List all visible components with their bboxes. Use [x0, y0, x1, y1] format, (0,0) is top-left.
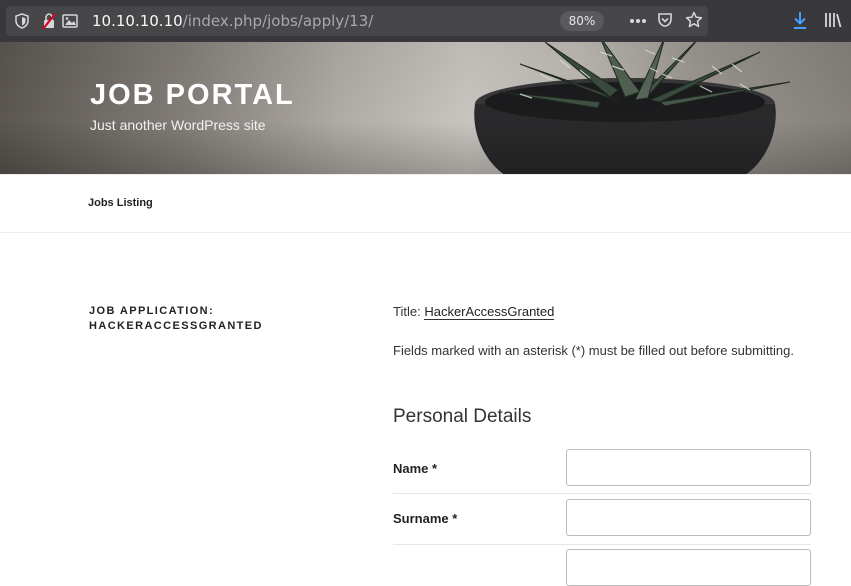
url-text[interactable]: 10.10.10.10/index.php/jobs/apply/13/	[92, 13, 373, 29]
job-title-link[interactable]: HackerAccessGranted	[424, 304, 555, 320]
field-divider	[393, 544, 811, 545]
surname-field-label: Surname *	[393, 511, 458, 526]
job-heading-line2: HACKERACCESSGRANTED	[89, 320, 263, 332]
shield-icon[interactable]	[15, 13, 29, 29]
insecure-lock-icon[interactable]	[41, 12, 57, 30]
image-icon[interactable]	[62, 14, 78, 28]
job-application-heading: JOB APPLICATION: HACKERACCESSGRANTED	[89, 304, 329, 334]
main-navigation: Jobs Listing	[0, 174, 851, 233]
url-host: 10.10.10.10	[92, 12, 183, 30]
next-field[interactable]	[566, 549, 811, 586]
surname-field[interactable]	[566, 499, 811, 536]
name-field[interactable]	[566, 449, 811, 486]
pocket-icon[interactable]	[657, 12, 673, 28]
nav-item-jobs-listing[interactable]: Jobs Listing	[88, 197, 153, 209]
header-banner: JOB PORTAL Just another WordPress site	[0, 42, 851, 174]
browser-toolbar: 10.10.10.10/index.php/jobs/apply/13/ 80%	[0, 0, 851, 42]
zoom-badge[interactable]: 80%	[560, 11, 604, 31]
job-title-label: Title:	[393, 304, 421, 319]
library-icon[interactable]	[824, 12, 842, 28]
required-fields-notice: Fields marked with an asterisk (*) must …	[393, 343, 795, 358]
site-title[interactable]: JOB PORTAL	[90, 79, 295, 112]
job-heading-line1: JOB APPLICATION:	[89, 305, 215, 317]
url-path: /index.php/jobs/apply/13/	[182, 12, 374, 30]
name-field-label: Name *	[393, 461, 438, 476]
more-icon[interactable]	[629, 18, 647, 24]
site-tagline: Just another WordPress site	[90, 117, 266, 133]
job-title-line: Title: HackerAccessGranted	[393, 304, 555, 320]
personal-details-heading: Personal Details	[393, 406, 532, 427]
download-icon[interactable]	[792, 11, 808, 30]
bookmark-star-icon[interactable]	[685, 11, 703, 29]
field-divider	[393, 493, 811, 494]
